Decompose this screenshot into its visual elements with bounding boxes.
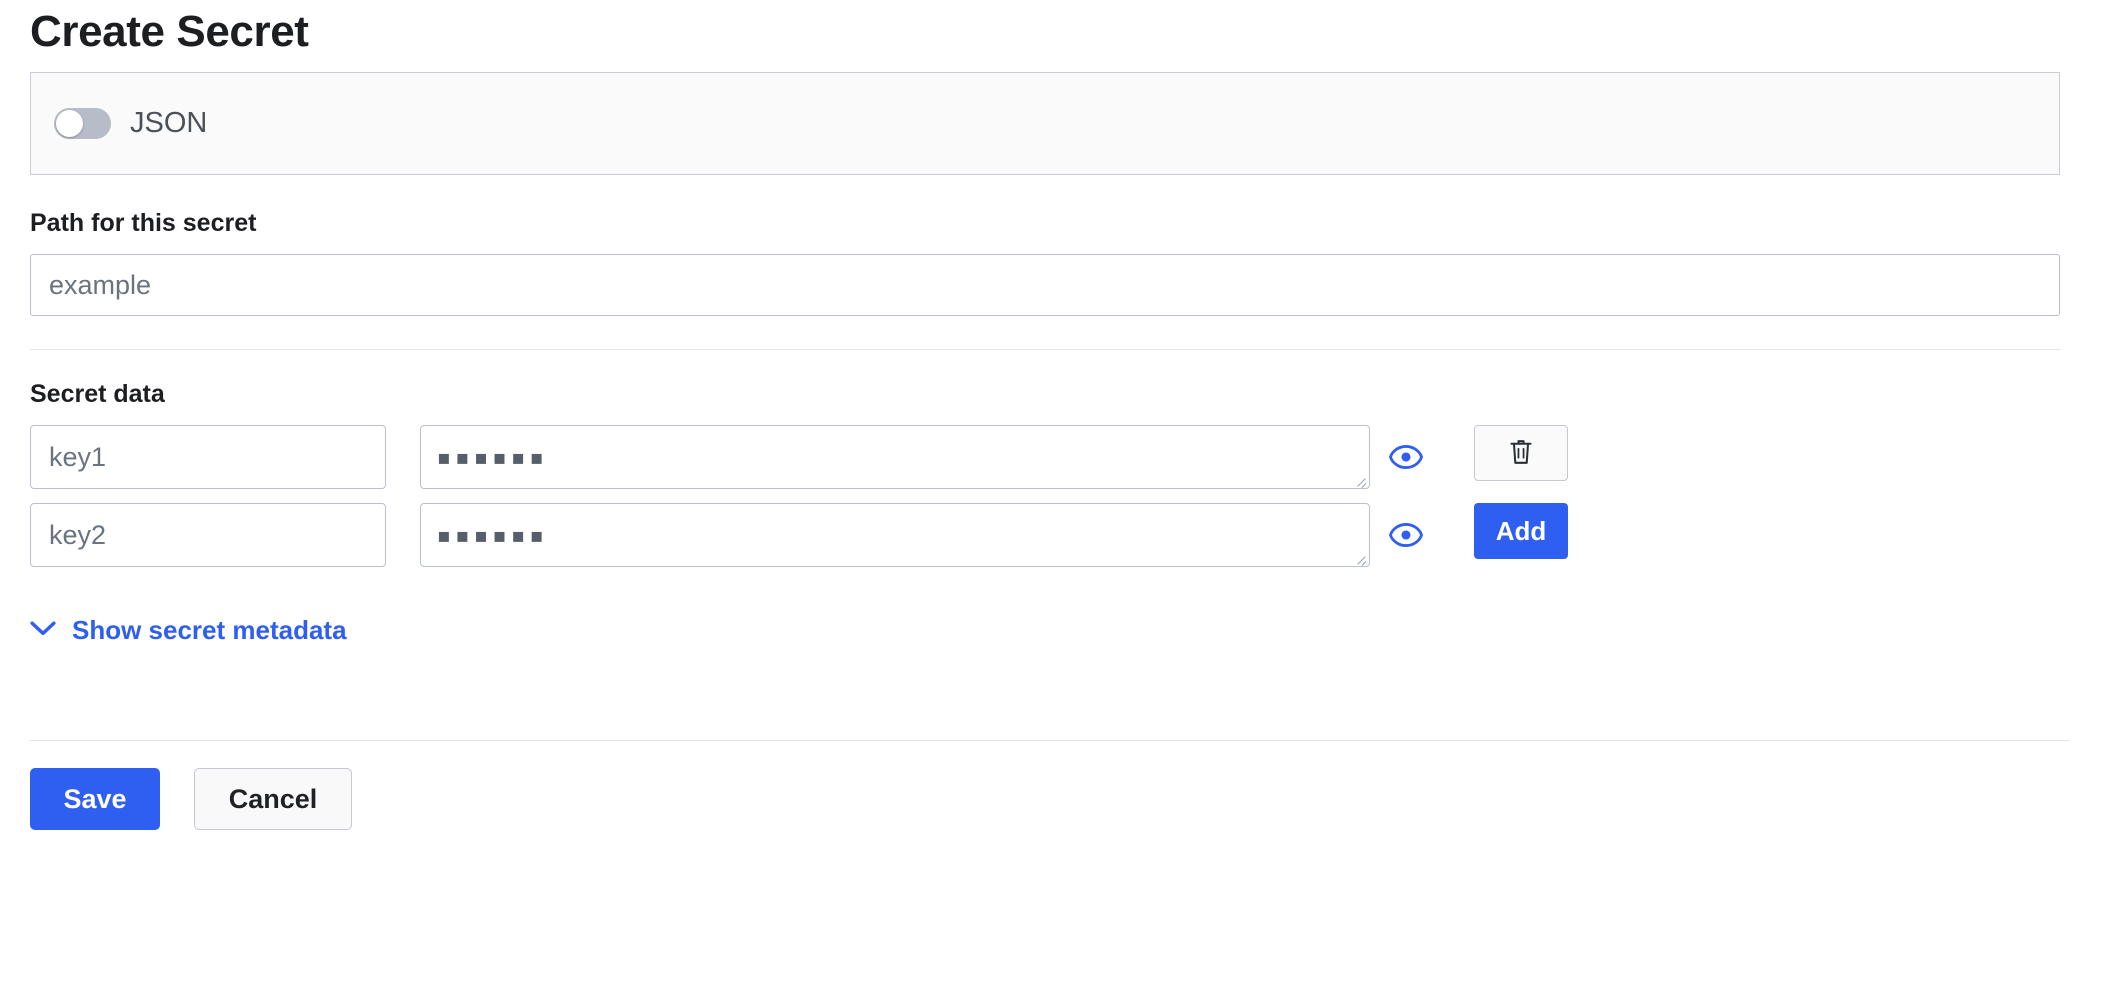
reveal-value-button[interactable] [1386, 425, 1426, 489]
json-toggle-label: JSON [130, 107, 208, 140]
secret-key-input[interactable] [30, 425, 386, 490]
json-toggle-switch[interactable] [54, 108, 111, 140]
resize-handle[interactable] [1355, 474, 1367, 486]
chevron-down-icon [30, 620, 56, 641]
path-field-block: Path for this secret [30, 209, 2070, 317]
masked-value-text: ▪▪▪▪▪▪ [437, 523, 549, 548]
delete-row-button[interactable] [1474, 425, 1568, 482]
secret-data-row: ▪▪▪▪▪▪ Add [30, 503, 2070, 568]
row-action-cell: Add [1474, 503, 1568, 560]
row-action-cell [1474, 425, 1568, 482]
add-row-button[interactable]: Add [1474, 503, 1568, 560]
secret-data-label: Secret data [30, 380, 165, 409]
page-title: Create Secret [30, 7, 309, 56]
json-toggle-bar: JSON [30, 72, 2060, 176]
secret-data-row: ▪▪▪▪▪▪ [30, 425, 2070, 490]
masked-value-text: ▪▪▪▪▪▪ [437, 445, 549, 470]
divider [30, 349, 2060, 351]
toggle-knob-icon [56, 110, 83, 138]
reveal-value-button[interactable] [1386, 503, 1426, 567]
eye-icon [1389, 523, 1423, 548]
save-button[interactable]: Save [30, 768, 160, 831]
secret-key-input[interactable] [30, 503, 386, 568]
form-footer: Save Cancel [0, 768, 2110, 831]
eye-icon [1389, 445, 1423, 470]
show-secret-metadata-toggle[interactable]: Show secret metadata [30, 615, 347, 646]
secret-value-wrapper: ▪▪▪▪▪▪ [420, 503, 1370, 568]
path-input[interactable] [30, 254, 2060, 317]
secret-value-textarea[interactable]: ▪▪▪▪▪▪ [420, 425, 1370, 490]
path-field-label: Path for this secret [30, 209, 257, 238]
secret-data-section: Secret data ▪▪▪▪▪▪ [30, 380, 2070, 646]
secret-value-wrapper: ▪▪▪▪▪▪ [420, 425, 1370, 490]
secret-value-textarea[interactable]: ▪▪▪▪▪▪ [420, 503, 1370, 568]
trash-icon [1508, 438, 1534, 469]
resize-handle[interactable] [1355, 552, 1367, 564]
footer-divider [30, 740, 2070, 742]
show-secret-metadata-label: Show secret metadata [72, 615, 347, 646]
create-secret-page: Create Secret JSON Path for this secret … [0, 0, 2110, 982]
cancel-button[interactable]: Cancel [194, 768, 352, 831]
